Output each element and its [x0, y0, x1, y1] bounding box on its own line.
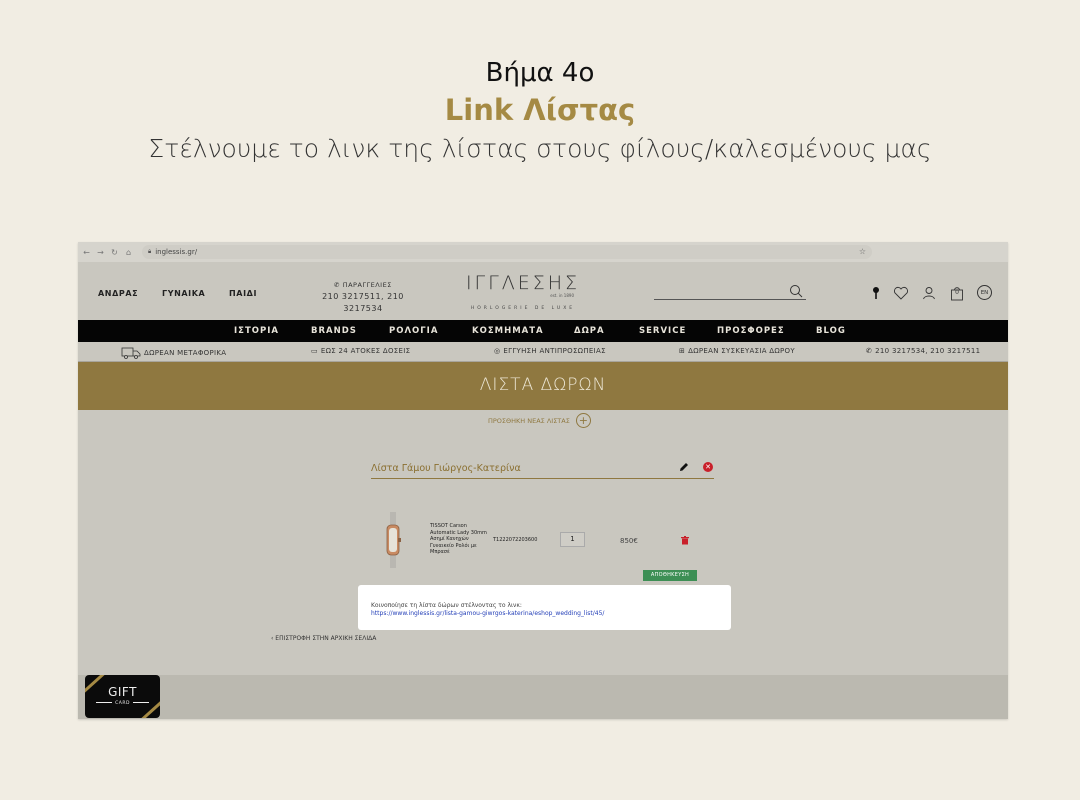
list-name-underline: [371, 478, 714, 479]
slide-step: Βήμα 4ο: [485, 58, 595, 88]
gift-card-badge[interactable]: GIFT CARD: [85, 675, 160, 718]
wishlist-heart-icon[interactable]: [893, 285, 909, 301]
slide-title: Link Λίστας: [444, 93, 636, 127]
nav-item-service[interactable]: SERVICE: [639, 326, 686, 336]
add-new-list-button[interactable]: ΠΡΟΣΘΗΚΗ ΝΕΑΣ ΛΙΣΤΑΣ +: [488, 413, 591, 428]
installments-label: ΕΩΣ 24 ΑΤΟΚΕΣ ΔΟΣΕΙΣ: [320, 347, 411, 355]
nav-item-blog[interactable]: BLOG: [816, 326, 846, 336]
site-header: ΑΝΔΡΑΣ ΓΥΝΑΙΚΑ ΠΑΙΔΙ ✆ ΠΑΡΑΓΓΕΛΙΕΣ 210 3…: [78, 262, 1008, 320]
address-bar[interactable]: 🔒︎ inglessis.gr/ ☆: [142, 245, 872, 259]
gift-card-title: GIFT: [108, 685, 137, 699]
page-title: ΛΙΣΤΑ ΔΩΡΩΝ: [479, 375, 607, 395]
logo-text: ΙΓΓΛΕΣΗΣ: [465, 272, 581, 294]
plus-circle-icon: +: [575, 413, 591, 428]
search-input[interactable]: [654, 299, 806, 300]
nav-item-brands[interactable]: BRANDS: [311, 326, 357, 336]
logo-subtitle: HORLOGERIE DE LUXE: [470, 306, 576, 311]
browser-screenshot: ← → ↻ ⌂ 🔒︎ inglessis.gr/ ☆ ΑΝΔΡΑΣ ΓΥΝΑΙΚ…: [78, 242, 1008, 719]
product-name[interactable]: TISSOT Carson Automatic Lady 30mm Ασημί …: [430, 523, 492, 556]
info-bar: ΔΩΡΕΑΝ ΜΕΤΑΦΟΡΙΚΑ ▭ ΕΩΣ 24 ΑΤΟΚΕΣ ΔΟΣΕΙΣ…: [78, 342, 1008, 362]
product-price: 850€: [620, 537, 638, 545]
account-icon[interactable]: [921, 285, 937, 301]
nav-item-history[interactable]: ΙΣΤΟΡΙΑ: [234, 326, 279, 336]
nav-item-gifts[interactable]: ΔΩΡΑ: [574, 326, 605, 336]
share-link-popup: Κοινοποίησε τη λίστα δώρων στέλνοντας το…: [358, 585, 731, 630]
phones-info: ✆ 210 3217534, 210 3217511: [866, 347, 980, 355]
orders-contact[interactable]: ✆ ΠΑΡΑΓΓΕΛΙΕΣ 210 3217511, 210 3217534: [306, 279, 420, 315]
delete-list-icon[interactable]: ✕: [703, 462, 713, 472]
category-men[interactable]: ΑΝΔΡΑΣ: [98, 289, 138, 298]
orders-label: ΠΑΡΑΓΓΕΛΙΕΣ: [342, 281, 392, 289]
store-location-icon[interactable]: [868, 285, 884, 301]
cart-bag-icon[interactable]: 0: [949, 285, 965, 301]
warranty-label: ΕΓΓΥΗΣΗ ΑΝΤΙΠΡΟΣΩΠΕΙΑΣ: [503, 347, 606, 355]
save-button[interactable]: ΑΠΟΘΗΚΕΥΣΗ: [643, 570, 697, 581]
main-nav: ΙΣΤΟΡΙΑ BRANDS ΡΟΛΟΓΙΑ ΚΟΣΜΗΜΑΤΑ ΔΩΡΑ SE…: [78, 320, 1008, 342]
slide-description: Στέλνουμε το λινκ της λίστας στους φίλου…: [148, 134, 932, 163]
truck-icon: [121, 347, 141, 359]
page-banner: ΛΙΣΤΑ ΔΩΡΩΝ: [78, 362, 1008, 410]
reload-icon[interactable]: ↻: [109, 248, 120, 257]
gift-wrap-label: ΔΩΡΕΑΝ ΣΥΣΚΕΥΑΣΙΑ ΔΩΡΟΥ: [688, 347, 795, 355]
orders-phones: 210 3217511, 210 3217534: [322, 292, 404, 313]
share-instruction: Κοινοποίησε τη λίστα δώρων στέλνοντας το…: [371, 602, 522, 609]
phones-label: 210 3217534, 210 3217511: [875, 347, 981, 355]
warranty-info: ◎ ΕΓΓΥΗΣΗ ΑΝΤΙΠΡΟΣΩΠΕΙΑΣ: [494, 347, 606, 355]
address-url: inglessis.gr/: [155, 248, 198, 256]
phone-icon: ✆: [866, 347, 873, 355]
nav-item-jewelry[interactable]: ΚΟΣΜΗΜΑΤΑ: [472, 326, 544, 336]
back-arrow-icon[interactable]: ←: [81, 248, 92, 257]
bookmark-star-icon[interactable]: ☆: [859, 247, 866, 256]
free-shipping-info: ΔΩΡΕΑΝ ΜΕΤΑΦΟΡΙΚΑ: [121, 347, 226, 359]
product-code: T1222072203600: [493, 537, 538, 543]
browser-toolbar: ← → ↻ ⌂ 🔒︎ inglessis.gr/ ☆: [78, 242, 1008, 262]
category-women[interactable]: ΓΥΝΑΙΚΑ: [162, 289, 205, 298]
add-new-list-label: ΠΡΟΣΘΗΚΗ ΝΕΑΣ ΛΙΣΤΑΣ: [488, 416, 570, 425]
cart-count: 0: [955, 289, 959, 296]
credit-card-icon: ▭: [311, 347, 318, 355]
search-icon[interactable]: [789, 284, 803, 298]
remove-item-trash-icon[interactable]: [681, 536, 689, 545]
forward-arrow-icon[interactable]: →: [95, 248, 106, 257]
gift-list-name[interactable]: Λίστα Γάμου Γιώργος-Κατερίνα: [371, 463, 521, 474]
nav-item-watches[interactable]: ΡΟΛΟΓΙΑ: [389, 326, 438, 336]
home-icon[interactable]: ⌂: [123, 248, 134, 257]
watch-product-image: [386, 512, 401, 568]
phone-icon: ✆: [334, 281, 341, 289]
warranty-badge-icon: ◎: [494, 347, 501, 355]
nav-item-offers[interactable]: ΠΡΟΣΦΟΡΕΣ: [717, 326, 785, 336]
language-toggle[interactable]: EN: [977, 285, 992, 300]
installments-info: ▭ ΕΩΣ 24 ΑΤΟΚΕΣ ΔΟΣΕΙΣ: [311, 347, 410, 355]
back-to-home-link[interactable]: ‹ ΕΠΙΣΤΡΟΦΗ ΣΤΗΝ ΑΡΧΙΚΗ ΣΕΛΙΔΑ: [271, 635, 376, 642]
free-shipping-label: ΔΩΡΕΑΝ ΜΕΤΑΦΟΡΙΚΑ: [144, 349, 227, 357]
gift-card-sub: CARD: [85, 701, 160, 706]
gift-box-icon: ⊞: [679, 347, 686, 355]
gift-wrap-info: ⊞ ΔΩΡΕΑΝ ΣΥΣΚΕΥΑΣΙΑ ΔΩΡΟΥ: [679, 347, 795, 355]
site-logo[interactable]: ΙΓΓΛΕΣΗΣ est. in 1890 HORLOGERIE DE LUXE: [458, 272, 588, 311]
share-list-link[interactable]: https://www.inglessis.gr/lista-gamou-giw…: [371, 610, 718, 618]
quantity-input[interactable]: 1: [560, 532, 585, 547]
edit-pencil-icon[interactable]: [678, 461, 690, 473]
lock-icon: 🔒︎: [148, 248, 152, 255]
footer-band: [78, 675, 1008, 719]
category-kids[interactable]: ΠΑΙΔΙ: [229, 289, 257, 298]
